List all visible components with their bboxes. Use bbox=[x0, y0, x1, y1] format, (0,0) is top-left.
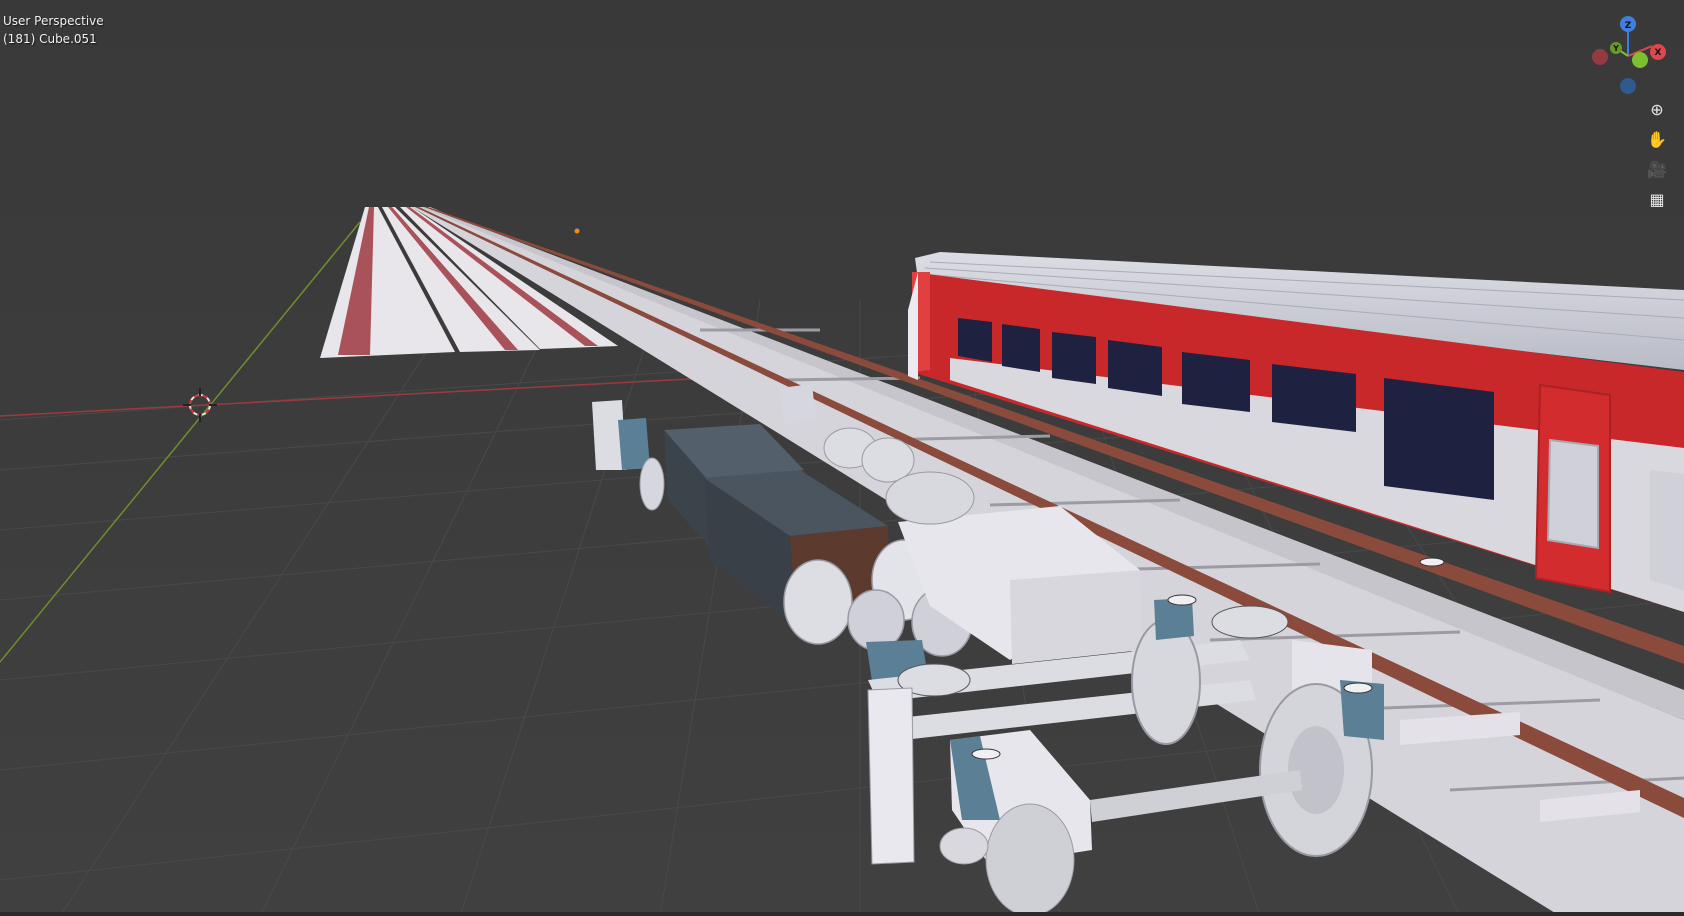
viewport-mode-label: User Perspective bbox=[3, 14, 104, 28]
gizmo-pos-y bbox=[1632, 52, 1648, 68]
gizmo-neg-z bbox=[1620, 78, 1636, 94]
3d-viewport[interactable] bbox=[0, 0, 1684, 916]
gizmo-y-label: Y bbox=[1612, 44, 1619, 53]
active-object-label: (181) Cube.051 bbox=[3, 32, 97, 46]
navigation-gizmo[interactable]: Z Y X bbox=[1586, 12, 1676, 102]
gizmo-x-label: X bbox=[1655, 48, 1662, 58]
scene-canvas bbox=[0, 0, 1684, 916]
gizmo-neg-x bbox=[1592, 49, 1608, 65]
camera-icon[interactable]: 🎥 bbox=[1642, 156, 1672, 182]
hand-pan-icon[interactable]: ✋ bbox=[1642, 126, 1672, 152]
zoom-icon[interactable]: ⊕ bbox=[1642, 96, 1672, 122]
viewport-bottom-edge bbox=[0, 912, 1684, 916]
grid-perspective-icon[interactable]: ▦ bbox=[1642, 186, 1672, 212]
gizmo-z-label: Z bbox=[1625, 21, 1632, 31]
light-origin bbox=[574, 228, 580, 234]
